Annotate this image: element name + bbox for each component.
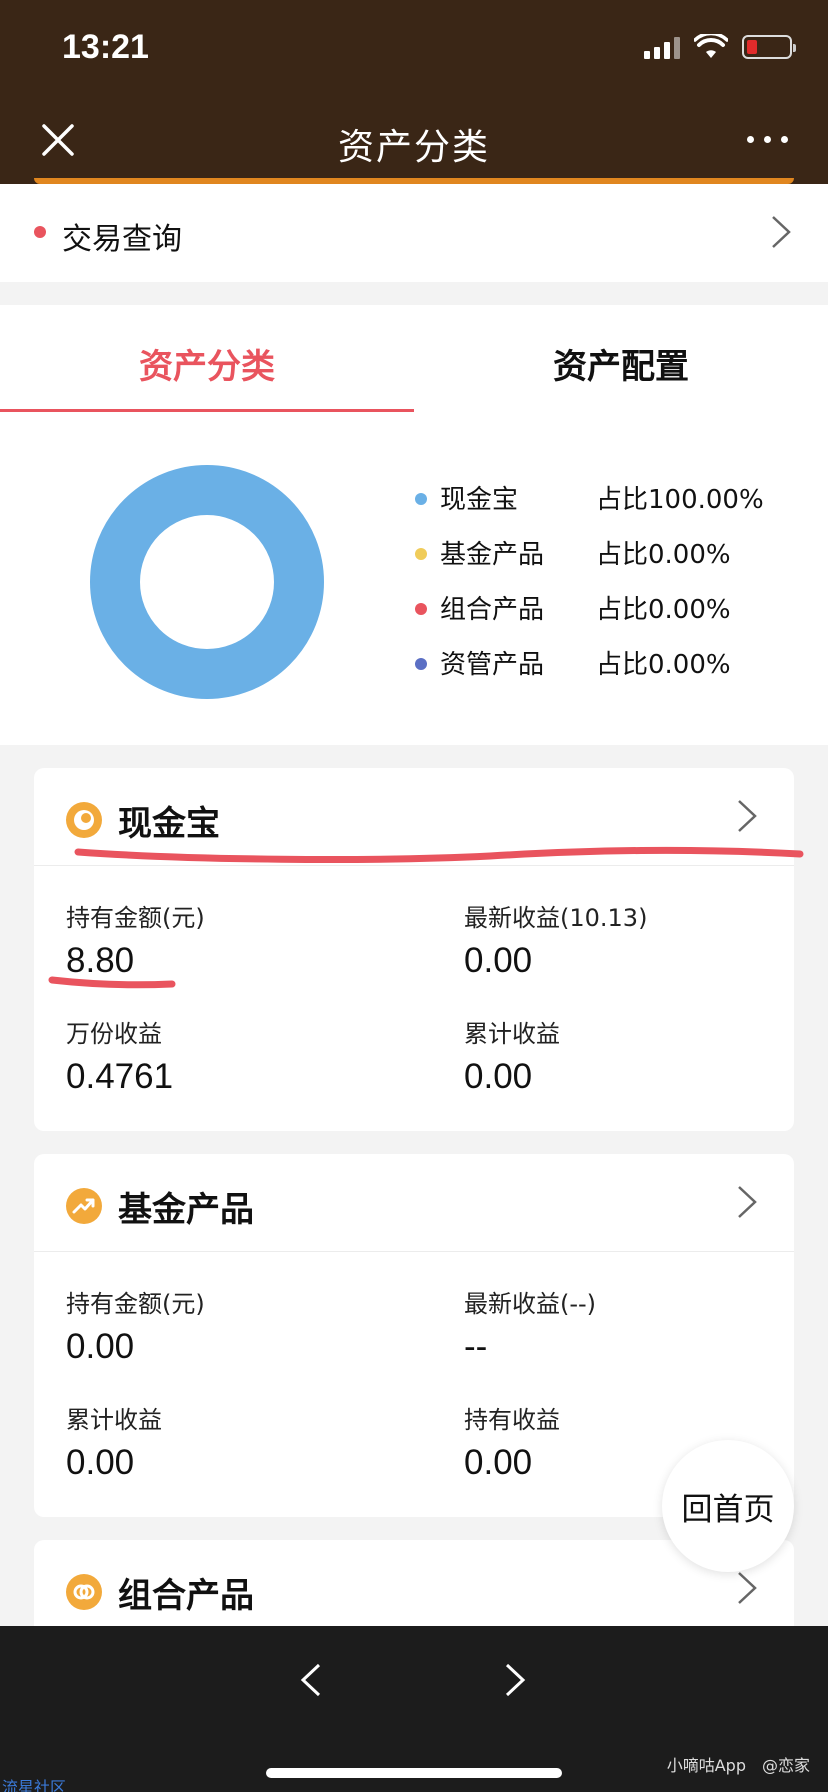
metric-label: 持有金额(元)	[66, 1290, 205, 1318]
metric-label: 累计收益	[66, 1406, 162, 1434]
card-title: 基金产品	[118, 1190, 254, 1230]
status-time: 13:21	[62, 28, 149, 66]
wifi-icon	[694, 34, 728, 58]
page-title: 资产分类	[337, 127, 490, 168]
legend-name: 资管产品	[440, 650, 545, 680]
nav-bar: 资产分类	[0, 100, 828, 184]
metric-cumulative-earnings: 累计收益 0.00	[66, 1400, 162, 1483]
legend-percentage: 占比0.00%	[596, 595, 731, 625]
more-icon[interactable]	[747, 136, 788, 143]
legend-percentage: 占比0.00%	[596, 540, 731, 570]
legend-dot	[415, 603, 427, 615]
allocation-panel: 资产分类 资产配置 现金宝 占比100.00% 基金产品 占比0.00% 组合产…	[0, 305, 828, 745]
metric-value: --	[464, 1327, 488, 1366]
tab-asset-allocation[interactable]: 资产配置	[414, 339, 828, 388]
legend-dot	[415, 548, 427, 560]
cash-treasure-icon	[66, 802, 102, 838]
battery-icon	[742, 35, 796, 59]
metric-label: 持有金额(元)	[66, 904, 205, 932]
metric-latest-earnings: 最新收益(--) --	[464, 1284, 596, 1367]
legend-name: 基金产品	[440, 540, 545, 570]
metric-holding-earnings: 持有收益 0.00	[464, 1400, 560, 1483]
metric-latest-earnings: 最新收益(10.13) 0.00	[464, 898, 647, 981]
legend-dot	[415, 493, 427, 505]
tab-asset-classification[interactable]: 资产分类	[0, 339, 414, 388]
metric-label: 最新收益(--)	[464, 1290, 597, 1318]
legend-name: 现金宝	[440, 485, 519, 515]
home-indicator[interactable]	[266, 1768, 562, 1778]
legend-item: 组合产品 占比0.00%	[410, 587, 810, 642]
legend-percentage: 占比100.00%	[596, 485, 764, 515]
metric-value: 0.00	[464, 941, 533, 980]
allocation-legend: 现金宝 占比100.00% 基金产品 占比0.00% 组合产品 占比0.00% …	[410, 477, 810, 697]
status-bar: 13:21	[0, 0, 828, 100]
portfolio-products-card-header[interactable]: 组合产品	[34, 1540, 794, 1626]
fund-products-card-header[interactable]: 基金产品	[34, 1154, 794, 1252]
legend-dot	[415, 658, 427, 670]
chevron-right-icon	[738, 800, 757, 832]
metric-holding-amount: 持有金额(元) 8.80	[66, 898, 205, 981]
bottom-toolbar: 小嘀咕App @恋家 流星社区	[0, 1626, 828, 1792]
legend-name: 组合产品	[440, 595, 545, 625]
chevron-right-icon	[738, 1572, 757, 1604]
forward-arrow-icon[interactable]	[504, 1662, 526, 1698]
tab-underline	[0, 409, 414, 412]
metric-per-10k-earnings: 万份收益 0.4761	[66, 1014, 173, 1097]
trade-query-row[interactable]: 交易查询	[0, 184, 828, 282]
back-arrow-icon[interactable]	[300, 1662, 322, 1698]
home-button[interactable]: 回首页	[662, 1440, 794, 1572]
watermark: 小嘀咕App @恋家	[666, 1756, 810, 1775]
metric-value: 0.00	[66, 1327, 135, 1366]
red-underline-annotation	[74, 846, 804, 863]
metric-holding-amount: 持有金额(元) 0.00	[66, 1284, 205, 1367]
chevron-right-icon	[772, 216, 791, 248]
card-title: 组合产品	[118, 1576, 254, 1616]
metric-cumulative-earnings: 累计收益 0.00	[464, 1014, 560, 1097]
metric-label: 累计收益	[464, 1020, 560, 1048]
metric-value: 0.00	[464, 1443, 533, 1482]
allocation-donut-chart	[90, 465, 324, 699]
metric-label: 万份收益	[66, 1020, 162, 1048]
legend-percentage: 占比0.00%	[596, 650, 731, 680]
link-icon	[66, 1574, 102, 1610]
legend-item: 现金宝 占比100.00%	[410, 477, 810, 532]
watermark: 流星社区	[2, 1778, 67, 1792]
metric-label: 持有收益	[464, 1406, 560, 1434]
metric-value: 0.00	[66, 1443, 135, 1482]
red-underline-annotation	[48, 976, 176, 989]
metric-value: 0.00	[464, 1057, 533, 1096]
metric-value: 0.4761	[66, 1057, 174, 1096]
chevron-right-icon	[738, 1186, 757, 1218]
portfolio-products-card: 组合产品	[34, 1540, 794, 1626]
trade-query-label: 交易查询	[62, 222, 182, 257]
cash-treasure-card: 现金宝 持有金额(元) 8.80 最新收益(10.13) 0.00 万份收益 0…	[34, 768, 794, 1131]
cellular-signal-icon	[644, 35, 680, 59]
legend-item: 基金产品 占比0.00%	[410, 532, 810, 587]
trend-up-icon	[66, 1188, 102, 1224]
trade-query-dot	[34, 226, 46, 238]
status-icons	[644, 34, 796, 60]
legend-item: 资管产品 占比0.00%	[410, 642, 810, 697]
metric-label: 最新收益(10.13)	[464, 904, 648, 932]
